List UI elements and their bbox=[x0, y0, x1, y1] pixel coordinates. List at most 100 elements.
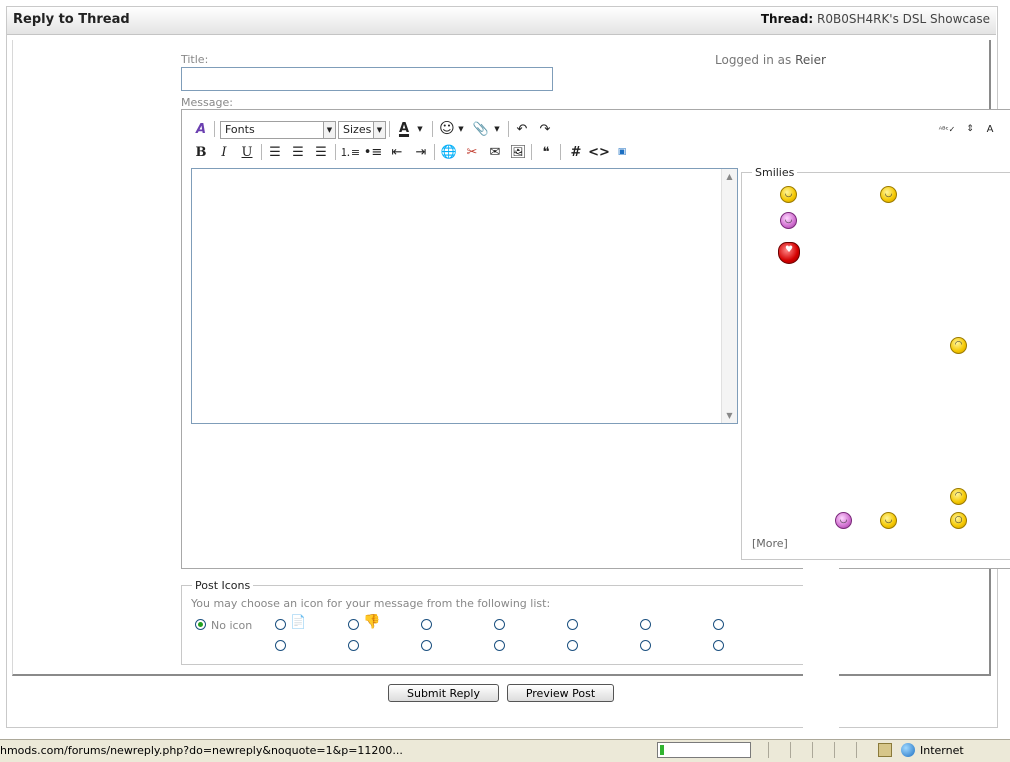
chevron-down-icon[interactable]: ▼ bbox=[414, 119, 426, 139]
undo-icon[interactable]: ↶ bbox=[512, 119, 532, 139]
toolbar-separator bbox=[389, 121, 390, 137]
post-icon-radio[interactable] bbox=[567, 619, 578, 630]
code-hash-icon[interactable]: # bbox=[566, 142, 586, 162]
font-select-value: Fonts bbox=[225, 123, 255, 136]
loading-progress bbox=[657, 742, 751, 758]
post-icon-radio[interactable] bbox=[494, 640, 505, 651]
statusbar-separator bbox=[834, 742, 835, 758]
align-center-icon[interactable]: ☰ bbox=[288, 142, 308, 162]
post-icon-radio[interactable] bbox=[348, 640, 359, 651]
align-left-icon[interactable]: ☰ bbox=[265, 142, 285, 162]
post-icon-radio[interactable] bbox=[640, 640, 651, 651]
post-icon-radio[interactable] bbox=[275, 619, 286, 630]
ordered-list-icon[interactable]: ⒈≡ bbox=[340, 142, 360, 162]
no-icon-radio[interactable] bbox=[195, 619, 206, 630]
toolbar-separator bbox=[560, 144, 561, 160]
text-color-icon[interactable]: A bbox=[394, 118, 414, 138]
resize-icon[interactable]: ⇕ bbox=[960, 119, 980, 139]
smiley-icon[interactable]: ◡ bbox=[835, 512, 852, 529]
message-textarea[interactable]: ▲ ▼ bbox=[191, 168, 738, 424]
post-icon-radio[interactable] bbox=[713, 619, 724, 630]
more-smilies-link[interactable]: [More] bbox=[752, 537, 788, 550]
scroll-up-icon[interactable]: ▲ bbox=[722, 169, 737, 184]
no-icon-label: No icon bbox=[211, 619, 253, 632]
statusbar-separator bbox=[812, 742, 813, 758]
smiley-icon[interactable]: ◠ bbox=[950, 337, 967, 354]
smiley-icon[interactable]: ◡ bbox=[880, 186, 897, 203]
smiley-icon[interactable]: ○ bbox=[950, 512, 967, 529]
bold-icon[interactable]: B bbox=[191, 142, 211, 162]
post-icon-radio[interactable] bbox=[567, 640, 578, 651]
remove-format-icon[interactable]: A bbox=[191, 119, 211, 139]
chevron-down-icon[interactable]: ▼ bbox=[491, 119, 503, 139]
title-input[interactable] bbox=[181, 67, 553, 91]
font-select[interactable]: Fonts ▼ bbox=[220, 121, 336, 139]
statusbar-separator bbox=[790, 742, 791, 758]
toolbar-separator bbox=[432, 121, 433, 137]
logged-in-info: Logged in as Reier bbox=[715, 53, 826, 67]
spellcheck-icon[interactable]: ᴬᴮᶜ✓ bbox=[937, 119, 957, 139]
post-icon-radio[interactable] bbox=[275, 640, 286, 651]
unordered-list-icon[interactable]: •≡ bbox=[363, 142, 383, 162]
post-icon-radio[interactable] bbox=[421, 640, 432, 651]
underline-icon[interactable]: U bbox=[237, 142, 257, 162]
size-select[interactable]: Sizes ▼ bbox=[338, 121, 386, 139]
size-select-value: Sizes bbox=[343, 123, 372, 136]
outdent-icon[interactable]: ⇤ bbox=[387, 142, 407, 162]
attachment-icon[interactable]: 📎 bbox=[471, 119, 491, 139]
php-code-icon[interactable]: ▣ bbox=[612, 142, 632, 162]
toolbar-separator bbox=[531, 144, 532, 160]
thread-name: R0B0SH4RK's DSL Showcase bbox=[816, 12, 990, 26]
post-icon-radio[interactable] bbox=[640, 619, 651, 630]
insert-link-icon[interactable]: 🌐 bbox=[439, 142, 459, 162]
smiley-icon[interactable]: ☺ bbox=[437, 118, 457, 138]
logged-in-prefix: Logged in as bbox=[715, 53, 792, 67]
username-link[interactable]: Reier bbox=[795, 53, 826, 67]
insert-email-icon[interactable]: ✉ bbox=[485, 142, 505, 162]
post-icons-description: You may choose an icon for your message … bbox=[191, 597, 551, 610]
status-url: hmods.com/forums/newreply.php?do=newrepl… bbox=[0, 744, 403, 757]
toolbar-separator bbox=[261, 144, 262, 160]
chevron-down-icon: ▼ bbox=[373, 122, 385, 138]
thread-label: Thread: bbox=[760, 12, 814, 26]
title-label: Title: bbox=[181, 53, 209, 66]
toolbar-separator bbox=[508, 121, 509, 137]
html-code-icon[interactable]: <> bbox=[588, 142, 610, 162]
chevron-down-icon: ▼ bbox=[323, 122, 335, 138]
remove-link-icon[interactable]: ✂ bbox=[462, 142, 482, 162]
smiley-icon[interactable]: ◡ bbox=[780, 212, 797, 229]
internet-zone-icon bbox=[901, 743, 915, 757]
smilies-box bbox=[741, 172, 1010, 560]
document-icon: 📄 bbox=[290, 615, 307, 630]
chevron-down-icon[interactable]: ▼ bbox=[455, 119, 467, 139]
rendering-gap bbox=[803, 563, 839, 733]
privacy-icon[interactable] bbox=[878, 743, 892, 757]
message-label: Message: bbox=[181, 96, 233, 109]
italic-icon[interactable]: I bbox=[214, 142, 234, 162]
statusbar-separator bbox=[768, 742, 769, 758]
smiley-icon[interactable]: ◡ bbox=[880, 512, 897, 529]
indent-icon[interactable]: ⇥ bbox=[411, 142, 431, 162]
redo-icon[interactable]: ↷ bbox=[535, 119, 555, 139]
post-icon-radio[interactable] bbox=[494, 619, 505, 630]
post-icon-radio[interactable] bbox=[421, 619, 432, 630]
smiley-icon[interactable]: ◠ bbox=[950, 488, 967, 505]
statusbar-separator bbox=[856, 742, 857, 758]
smiley-icon[interactable]: ◡ bbox=[780, 186, 797, 203]
align-right-icon[interactable]: ☰ bbox=[311, 142, 331, 162]
quote-icon[interactable]: ❝ bbox=[536, 142, 556, 162]
smilies-legend: Smilies bbox=[752, 166, 798, 179]
submit-reply-button[interactable]: Submit Reply bbox=[388, 684, 499, 702]
insert-image-icon[interactable]: 🖼 bbox=[508, 142, 528, 162]
progress-fill bbox=[660, 745, 664, 755]
page-title: Reply to Thread bbox=[13, 12, 130, 27]
scroll-down-icon[interactable]: ▼ bbox=[722, 408, 737, 423]
heart-smiley-icon[interactable]: ♥ bbox=[778, 242, 800, 264]
thread-info: Thread: R0B0SH4RK's DSL Showcase bbox=[761, 12, 990, 26]
security-zone-label: Internet bbox=[920, 744, 964, 757]
post-icon-radio[interactable] bbox=[713, 640, 724, 651]
textarea-scrollbar[interactable]: ▲ ▼ bbox=[721, 169, 737, 423]
preview-post-button[interactable]: Preview Post bbox=[507, 684, 614, 702]
post-icon-radio[interactable] bbox=[348, 619, 359, 630]
font-size-icon[interactable]: A bbox=[980, 119, 1000, 139]
